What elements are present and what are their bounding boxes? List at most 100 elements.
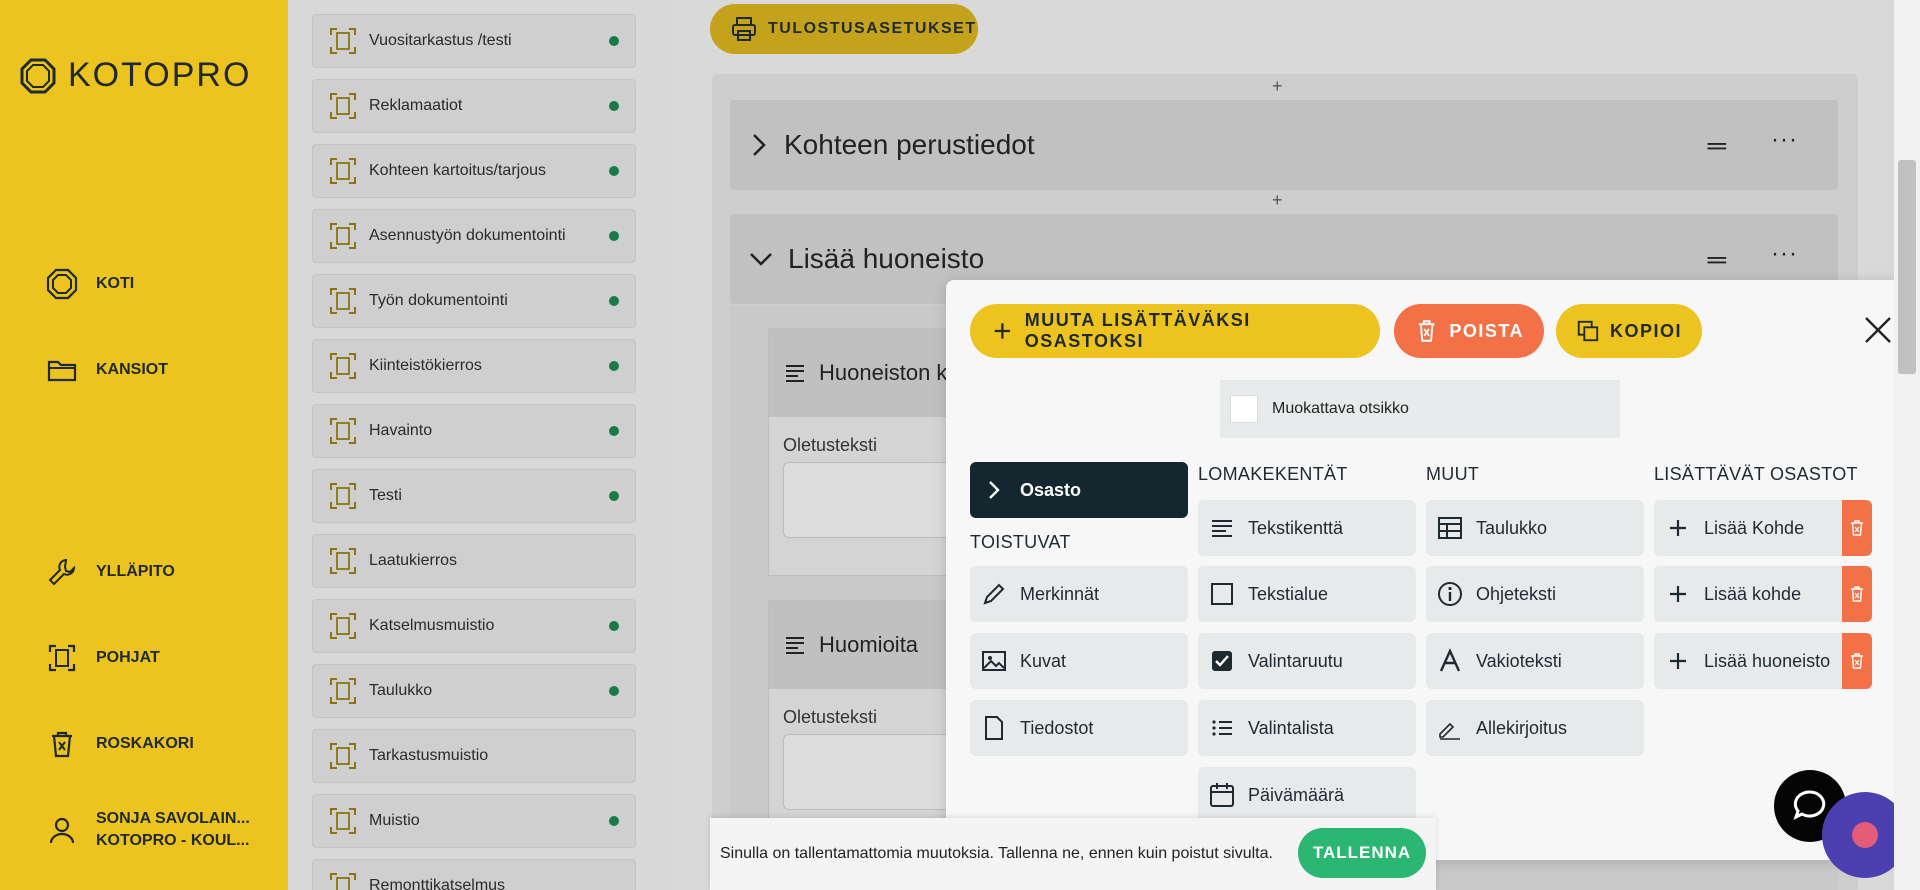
section-kohteen-perustiedot[interactable]: Kohteen perustiedot ═ ··· — [730, 100, 1838, 190]
tile-tekstikentta[interactable]: Tekstikenttä — [1198, 500, 1416, 556]
tile-lisaa-kohde[interactable]: Lisää Kohde — [1654, 500, 1872, 556]
text-lines-icon — [786, 365, 804, 382]
form-template-label: Havainto — [369, 422, 433, 439]
form-template-label: Muistio — [369, 812, 420, 829]
form-template-item[interactable]: Havainto — [312, 404, 636, 458]
tile-label: Tekstialue — [1248, 583, 1329, 604]
template-icon — [330, 223, 356, 249]
delete-button[interactable]: POISTA — [1394, 304, 1544, 358]
signature-icon — [1439, 722, 1460, 740]
tile-label: Tiedostot — [1020, 717, 1094, 738]
form-template-item[interactable]: Asennustyön dokumentointi — [312, 209, 636, 263]
user-profile[interactable]: SONJA SAVOLAIN... KOTOPRO - KOUL... — [46, 810, 250, 850]
print-settings-button[interactable]: TULOSTUSASETUKSET — [710, 4, 978, 54]
form-template-item[interactable]: Vuositarkastus /testi — [312, 14, 636, 68]
tile-tekstialue[interactable]: Tekstialue — [1198, 566, 1416, 622]
nav-label: POHJAT — [96, 649, 160, 666]
tile-lisaa-huoneisto[interactable]: Lisää huoneisto — [1654, 633, 1872, 689]
tile-merkinnat[interactable]: Merkinnät — [970, 566, 1188, 622]
save-button[interactable]: TALLENNA — [1298, 828, 1426, 878]
form-template-label: Katselmusmuistio — [369, 617, 495, 634]
pencil-icon — [983, 583, 1005, 605]
text-lines-icon — [1212, 520, 1232, 537]
remove-addable-button[interactable] — [1842, 633, 1872, 689]
tile-kuvat[interactable]: Kuvat — [970, 633, 1188, 689]
tile-taulukko[interactable]: Taulukko — [1426, 500, 1644, 556]
custom-title-checkbox[interactable] — [1230, 395, 1258, 423]
tile-vakioteksti[interactable]: Vakioteksti — [1426, 633, 1644, 689]
copy-button[interactable]: KOPIOI — [1556, 304, 1702, 358]
add-section-button[interactable]: + — [1272, 190, 1283, 211]
more-options-icon[interactable]: ··· — [1771, 126, 1798, 154]
close-icon[interactable] — [1860, 312, 1896, 348]
chevron-right-icon — [989, 481, 1000, 499]
tile-label: Osasto — [1020, 479, 1082, 500]
form-template-item[interactable]: Testi — [312, 469, 636, 523]
remove-addable-button[interactable] — [1842, 500, 1872, 556]
custom-title-toggle[interactable]: Muokattava otsikko — [1220, 380, 1620, 438]
nav-label: YLLÄPITO — [96, 563, 175, 580]
form-template-item[interactable]: Kohteen kartoitus/tarjous — [312, 144, 636, 198]
form-template-item[interactable]: Katselmusmuistio — [312, 599, 636, 653]
heading-form-fields: LOMAKEKENTÄT — [1198, 464, 1348, 484]
tile-ohjeteksti[interactable]: Ohjeteksti — [1426, 566, 1644, 622]
form-template-label: Tarkastusmuistio — [369, 747, 489, 764]
form-template-item[interactable]: Laatukierros — [312, 534, 636, 588]
add-section-button[interactable]: + — [1272, 76, 1283, 97]
drag-handle-icon[interactable]: ═ — [1708, 244, 1726, 275]
nav-roskakori[interactable]: ROSKAKORI — [46, 728, 194, 760]
tile-allekirjoitus[interactable]: Allekirjoitus — [1426, 700, 1644, 756]
form-template-item[interactable]: Muistio — [312, 794, 636, 848]
nav-yllapito[interactable]: YLLÄPITO — [46, 556, 175, 588]
active-status-dot — [609, 296, 619, 306]
nav-label: KANSIOT — [96, 361, 168, 378]
template-icon — [330, 873, 356, 890]
plus-icon — [1670, 653, 1686, 669]
form-template-item[interactable]: Taulukko — [312, 664, 636, 718]
active-status-dot — [609, 166, 619, 176]
form-template-item[interactable]: Tarkastusmuistio — [312, 729, 636, 783]
active-status-dot — [609, 816, 619, 826]
list-icon — [1212, 720, 1232, 736]
tile-label: Päivämäärä — [1248, 784, 1345, 805]
change-to-addable-section-button[interactable]: MUUTA LISÄTTÄVÄKSI OSASTOKSI — [970, 304, 1380, 358]
tile-tiedostot[interactable]: Tiedostot — [970, 700, 1188, 756]
nav-pohjat[interactable]: POHJAT — [46, 642, 160, 674]
printer-icon — [732, 17, 756, 41]
trash-icon — [52, 731, 72, 758]
tile-valintaruutu[interactable]: Valintaruutu — [1198, 633, 1416, 689]
nav-kansiot[interactable]: KANSIOT — [46, 354, 168, 386]
form-template-item[interactable]: Työn dokumentointi — [312, 274, 636, 328]
plus-icon — [1670, 520, 1686, 536]
tile-osasto[interactable]: Osasto — [970, 462, 1188, 518]
drag-handle-icon[interactable]: ═ — [1708, 130, 1726, 161]
trash-icon — [1851, 586, 1863, 602]
active-status-dot — [609, 36, 619, 46]
table-icon — [1438, 517, 1462, 539]
tile-label: Lisää kohde — [1704, 583, 1802, 604]
file-icon — [985, 716, 1003, 740]
form-template-label: Reklamaatiot — [369, 97, 463, 114]
scrollbar-thumb[interactable] — [1898, 160, 1916, 374]
tile-valintalista[interactable]: Valintalista — [1198, 700, 1416, 756]
more-options-icon[interactable]: ··· — [1771, 240, 1798, 268]
form-template-item[interactable]: Reklamaatiot — [312, 79, 636, 133]
tile-label: Vakioteksti — [1476, 650, 1562, 671]
square-icon — [1211, 583, 1233, 605]
logo[interactable]: KOTOPRO — [20, 56, 251, 95]
form-template-item[interactable]: Remonttikatselmus — [312, 859, 636, 890]
user-org: KOTOPRO - KOUL... — [96, 832, 250, 849]
active-status-dot — [609, 686, 619, 696]
change-label: MUUTA LISÄTTÄVÄKSI OSASTOKSI — [1024, 310, 1251, 351]
template-icon — [330, 158, 356, 184]
trash-icon — [1418, 320, 1435, 342]
nav-koti[interactable]: KOTI — [46, 268, 134, 300]
delete-label: POISTA — [1449, 320, 1524, 341]
tile-lisaa-kohde-2[interactable]: Lisää kohde — [1654, 566, 1872, 622]
heading-repeating: TOISTUVAT — [970, 532, 1071, 552]
remove-addable-button[interactable] — [1842, 566, 1872, 622]
tile-label: Merkinnät — [1020, 583, 1100, 604]
tile-paivamaara[interactable]: Päivämäärä — [1198, 767, 1416, 823]
page-scrollbar[interactable] — [1894, 0, 1920, 890]
form-template-item[interactable]: Kiinteistökierros — [312, 339, 636, 393]
